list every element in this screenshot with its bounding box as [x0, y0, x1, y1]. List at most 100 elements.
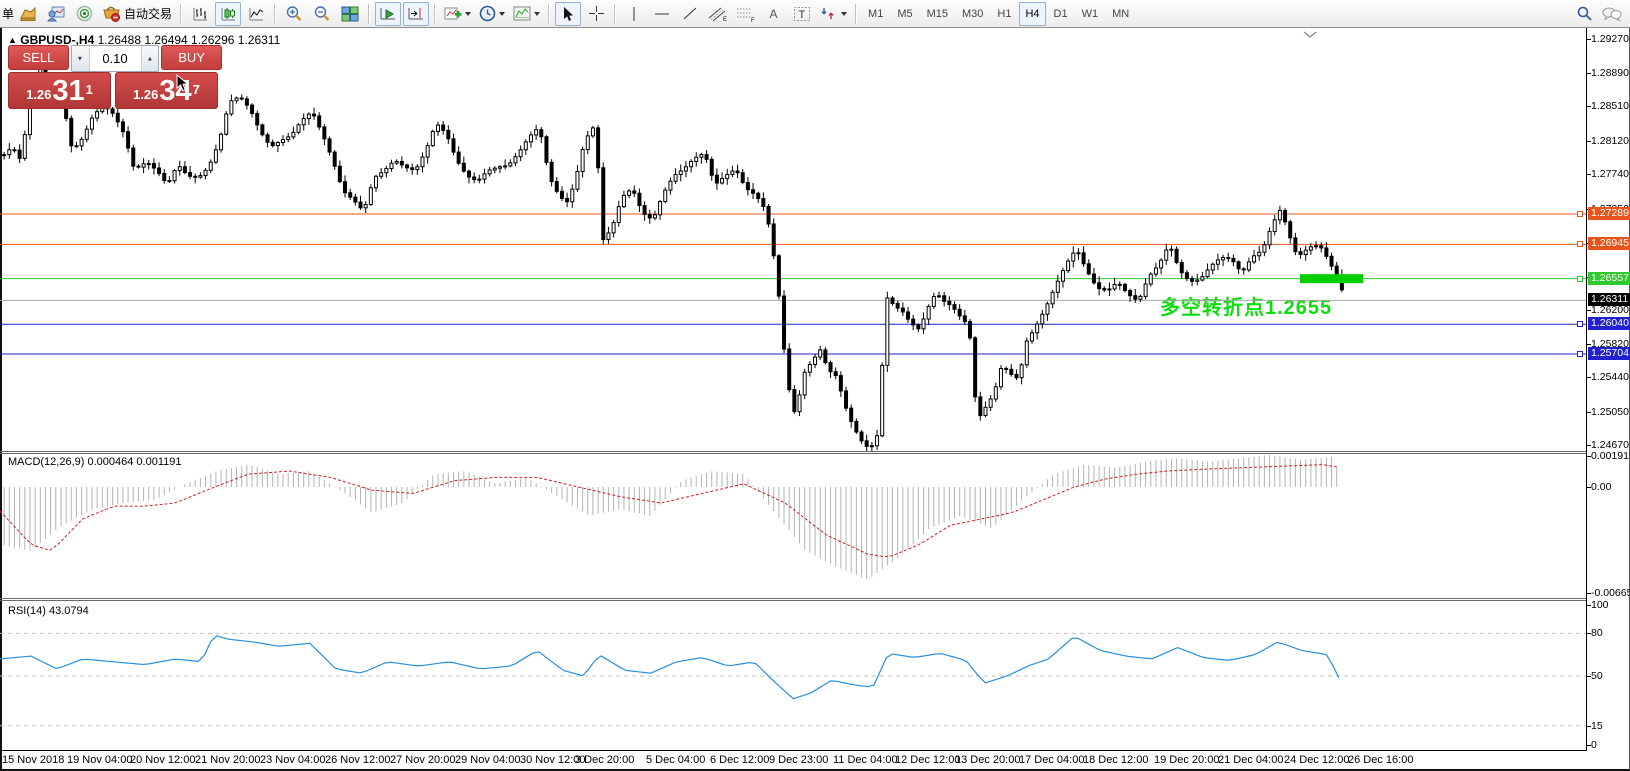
candle-down: [953, 305, 956, 310]
volume-increase-button[interactable]: ▲: [141, 46, 159, 71]
trendline-tool[interactable]: [677, 2, 703, 26]
cursor-tool-button[interactable]: [555, 2, 581, 26]
candle-up: [282, 140, 285, 143]
chat-button[interactable]: [1599, 2, 1625, 26]
chart-shift-marker[interactable]: [1303, 31, 1317, 39]
level-handle[interactable]: [1577, 321, 1583, 327]
data-window-icon[interactable]: [43, 2, 69, 26]
price-tick-label: 1.25440: [1591, 371, 1629, 383]
candle-down: [338, 166, 341, 181]
templates-dropdown-caret[interactable]: [534, 12, 540, 16]
rsi-pane[interactable]: [0, 601, 1586, 750]
tab-h4[interactable]: H4: [1019, 2, 1045, 26]
candlestick-mode-button[interactable]: [215, 2, 241, 26]
periods-button[interactable]: [476, 2, 508, 26]
level-handle[interactable]: [1577, 241, 1583, 247]
candle-down: [705, 155, 708, 160]
level-handle[interactable]: [1577, 351, 1583, 357]
candle-up: [421, 157, 424, 167]
candle-up: [85, 129, 88, 139]
level-price-badge: 1.26945: [1588, 237, 1630, 250]
tab-m5[interactable]: M5: [891, 2, 918, 26]
candle-up: [431, 131, 434, 145]
zoom-out-button[interactable]: [309, 2, 335, 26]
candle-up: [932, 296, 935, 306]
horizontal-line-tool[interactable]: [649, 2, 675, 26]
zoom-in-button[interactable]: [281, 2, 307, 26]
new-order-button[interactable]: 单: [2, 5, 14, 22]
candle-down: [328, 139, 331, 152]
candle-down: [318, 116, 321, 127]
fibonacci-tool[interactable]: F: [733, 2, 759, 26]
chart-shift-button[interactable]: [403, 2, 429, 26]
crosshair-tool-button[interactable]: [583, 2, 609, 26]
buy-button[interactable]: BUY: [161, 45, 222, 70]
date-axis-label: 24 Dec 12:00: [1284, 754, 1349, 766]
candle-up: [80, 139, 83, 146]
volume-decrease-button[interactable]: ▼: [72, 46, 90, 71]
tab-d1[interactable]: D1: [1048, 2, 1074, 26]
tab-mn[interactable]: MN: [1106, 2, 1135, 26]
text-tool[interactable]: A: [761, 2, 787, 26]
sell-price-display[interactable]: 1.26 31 1: [8, 72, 111, 109]
macd-pane[interactable]: [0, 454, 1586, 598]
current-price-badge: 1.26311: [1588, 293, 1630, 306]
indicators-dropdown-caret[interactable]: [465, 12, 471, 16]
candle-down: [783, 296, 786, 349]
candle-down: [400, 161, 403, 165]
thick-green-highlight-bar[interactable]: [1300, 274, 1363, 283]
indicators-button[interactable]: [441, 2, 474, 26]
candle-down: [1087, 264, 1090, 274]
signals-icon[interactable]: [71, 2, 97, 26]
candle-down: [829, 363, 832, 372]
level-handle[interactable]: [1577, 211, 1583, 217]
candle-up: [1211, 264, 1214, 270]
collapse-panel-arrow[interactable]: ▲: [8, 35, 17, 45]
tile-windows-button[interactable]: [337, 2, 363, 26]
toolbar-separator: [855, 4, 857, 24]
pane-splitter[interactable]: [0, 598, 1586, 599]
market-watch-icon[interactable]: [15, 2, 41, 26]
candle-up: [1309, 247, 1312, 250]
tab-w1[interactable]: W1: [1076, 2, 1105, 26]
text-label-tool[interactable]: T: [789, 2, 815, 26]
main-price-pane[interactable]: [0, 28, 1586, 451]
candle-down: [948, 301, 951, 304]
bar-chart-mode-button[interactable]: [187, 2, 213, 26]
candle-down: [127, 132, 130, 148]
candle-up: [881, 365, 884, 435]
periods-dropdown-caret[interactable]: [499, 12, 505, 16]
tab-m30[interactable]: M30: [956, 2, 989, 26]
tab-m1[interactable]: M1: [862, 2, 889, 26]
templates-button[interactable]: [510, 2, 543, 26]
date-axis-label: 3 Dec 20:00: [575, 754, 634, 766]
tab-h1[interactable]: H1: [991, 2, 1017, 26]
pane-splitter[interactable]: [0, 451, 1586, 452]
autotrading-button[interactable]: 自动交易: [99, 2, 175, 26]
candle-up: [395, 161, 398, 163]
buy-price-display[interactable]: 1.26 34 7: [115, 72, 218, 109]
candle-down: [752, 190, 755, 194]
candle-down: [545, 137, 548, 163]
candle-up: [390, 163, 393, 168]
sell-button[interactable]: SELL: [8, 45, 69, 70]
candle-up: [1222, 258, 1225, 260]
arrows-tool[interactable]: [817, 2, 850, 26]
candle-up: [1067, 261, 1070, 271]
search-button[interactable]: [1571, 2, 1597, 26]
channel-tool[interactable]: E: [705, 2, 731, 26]
auto-scroll-button[interactable]: [375, 2, 401, 26]
candle-down: [974, 338, 977, 397]
tab-m15[interactable]: M15: [921, 2, 954, 26]
vertical-line-tool[interactable]: [621, 2, 647, 26]
candle-down: [736, 171, 739, 173]
line-chart-mode-button[interactable]: [243, 2, 269, 26]
candle-up: [1206, 270, 1209, 277]
candle-down: [1005, 369, 1008, 370]
arrows-dropdown-caret[interactable]: [841, 12, 847, 16]
level-handle[interactable]: [1577, 276, 1583, 282]
candle-down: [354, 197, 357, 202]
volume-input[interactable]: 0.10: [90, 46, 141, 71]
candle-up: [297, 125, 300, 133]
date-axis-label: 11 Dec 04:00: [833, 754, 898, 766]
